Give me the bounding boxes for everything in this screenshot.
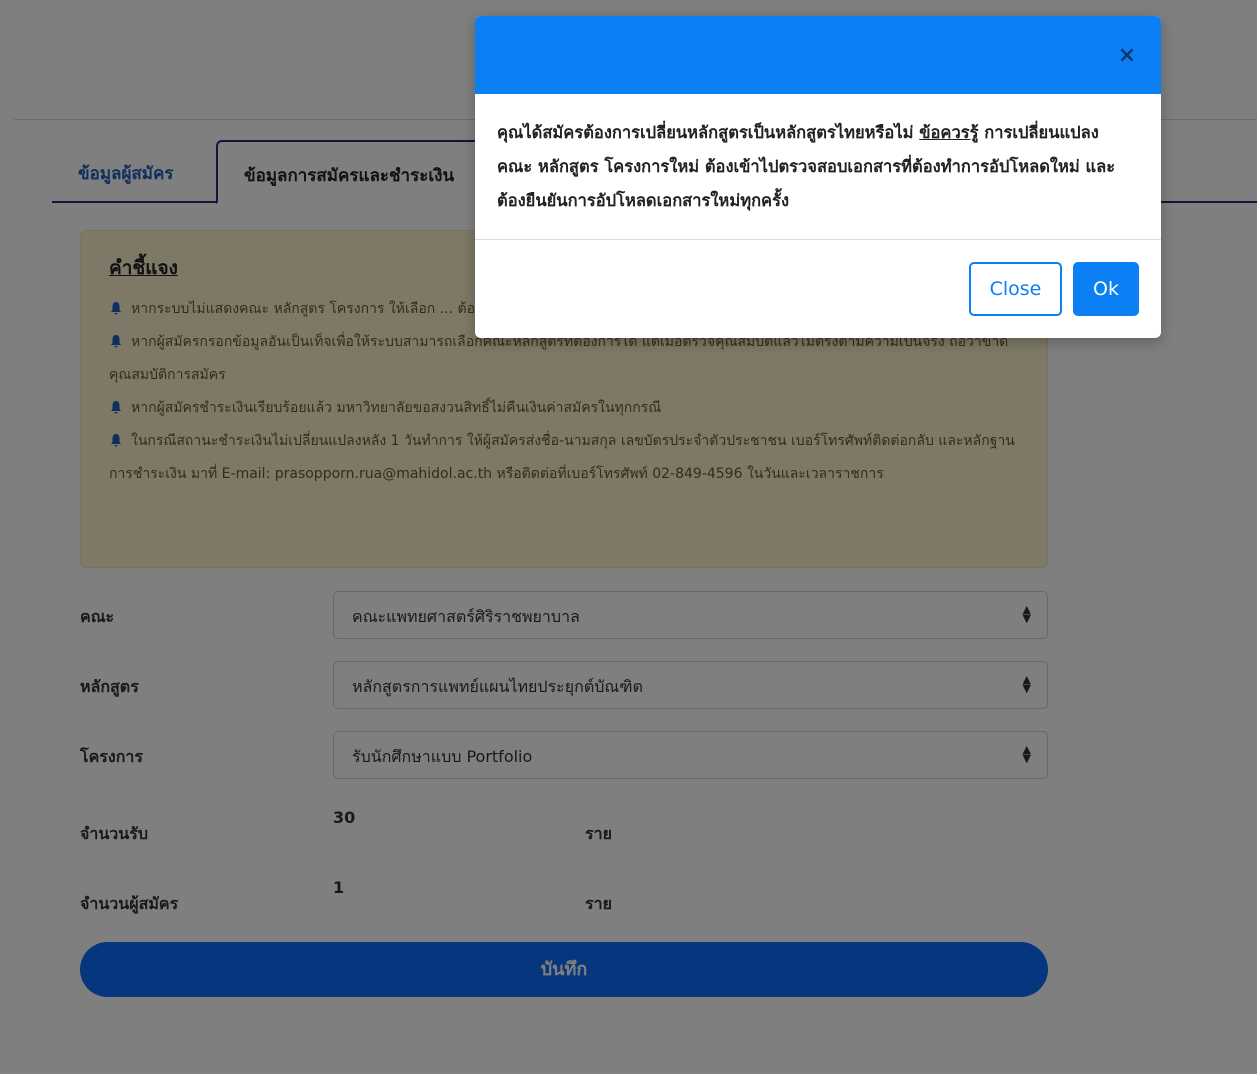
modal-close-button[interactable]: Close [969, 262, 1062, 316]
close-icon[interactable]: × [1115, 44, 1139, 68]
modal-info-link[interactable]: ข้อควรรู้ [919, 123, 978, 142]
modal-message: คุณได้สมัครต้องการเปลี่ยนหลักสูตรเป็นหลั… [475, 94, 1161, 240]
modal-message-text: คุณได้สมัครต้องการเปลี่ยนหลักสูตรเป็นหลั… [497, 123, 920, 142]
modal-ok-button[interactable]: Ok [1073, 262, 1139, 316]
modal-header: × [475, 16, 1161, 94]
